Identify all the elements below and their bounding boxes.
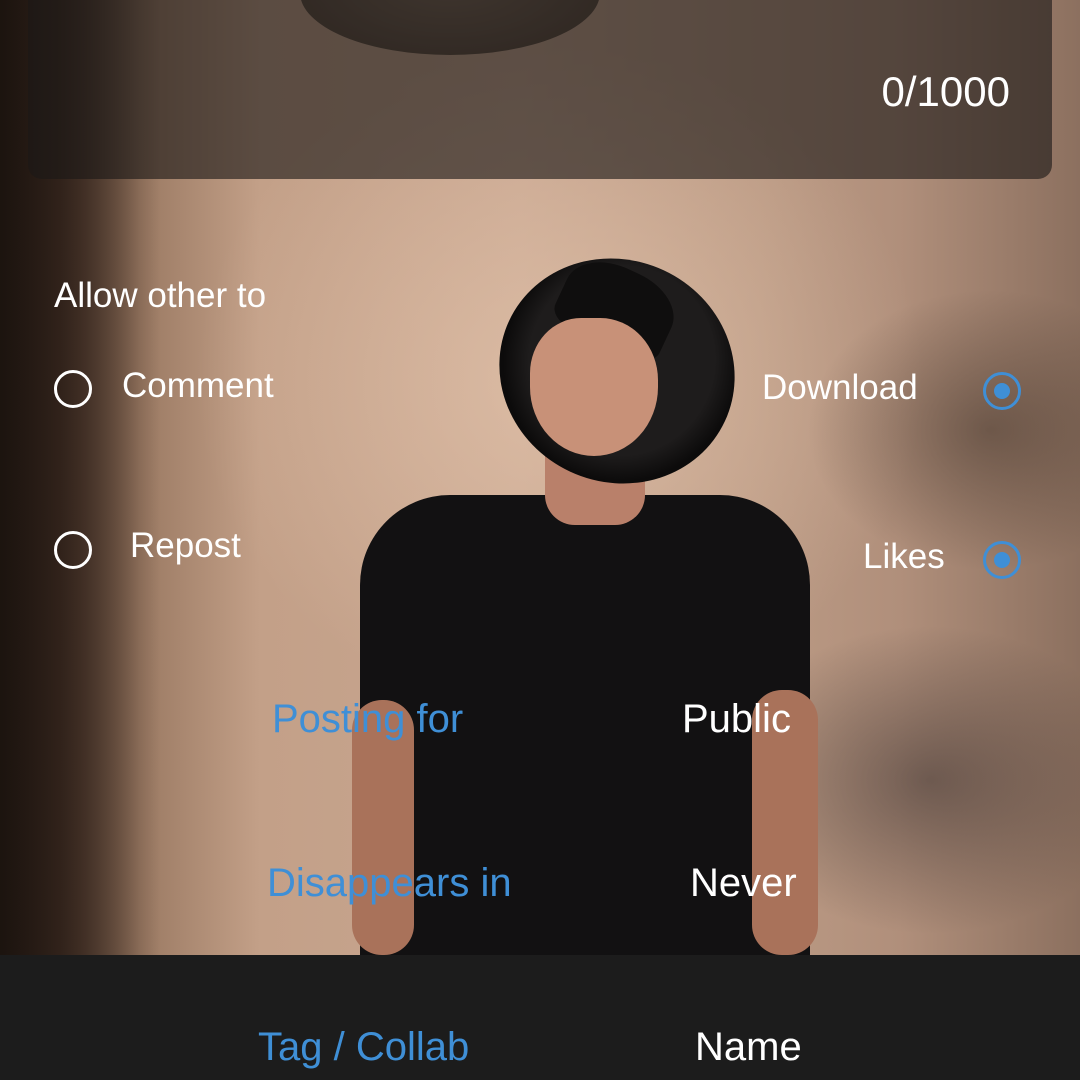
posting-for-label: Posting for xyxy=(272,697,464,741)
caption-input-area[interactable]: 0/1000 xyxy=(28,0,1052,179)
repost-radio[interactable] xyxy=(54,531,92,569)
likes-radio[interactable] xyxy=(983,541,1021,579)
posting-for-value[interactable]: Public xyxy=(682,697,791,742)
download-radio[interactable] xyxy=(983,372,1021,410)
repost-label[interactable]: Repost xyxy=(130,526,241,566)
likes-label[interactable]: Likes xyxy=(863,537,945,577)
download-label[interactable]: Download xyxy=(762,368,918,408)
bottom-bar: Tag / Collab Name xyxy=(0,955,1080,1080)
comment-radio[interactable] xyxy=(54,370,92,408)
character-counter: 0/1000 xyxy=(881,68,1010,115)
comment-label[interactable]: Comment xyxy=(122,366,274,406)
tag-collab-label[interactable]: Tag / Collab xyxy=(258,1025,469,1070)
disappears-in-label: Disappears in xyxy=(267,861,512,905)
tag-name-value[interactable]: Name xyxy=(695,1025,802,1070)
disappears-in-value[interactable]: Never xyxy=(690,861,797,906)
allow-others-heading: Allow other to xyxy=(54,276,267,315)
photo-person-face xyxy=(530,318,658,456)
